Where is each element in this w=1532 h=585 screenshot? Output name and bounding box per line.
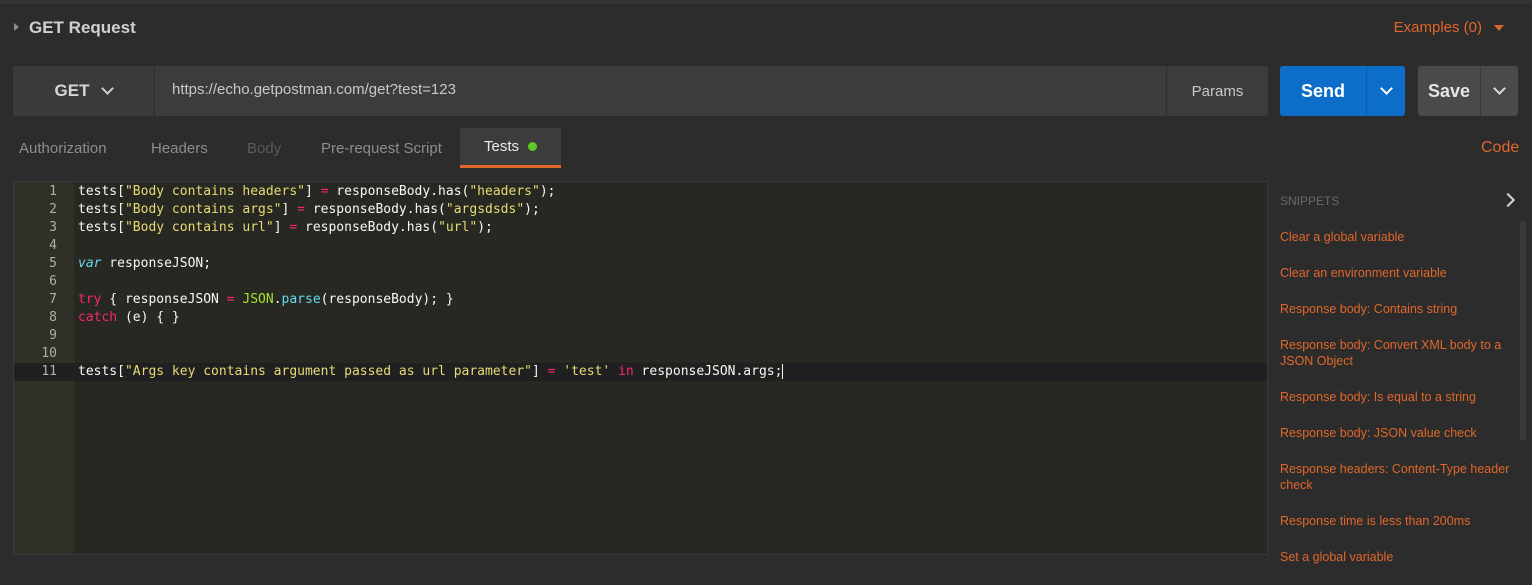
code-text: tests["Args key contains argument passed… [78,364,784,379]
snippets-scrollbar[interactable] [1520,221,1526,441]
code-text: tests["Body contains args"] = responseBo… [78,202,540,217]
tab-body[interactable]: Body [247,128,281,168]
snippet-item[interactable]: Response time is less than 200ms [1280,513,1520,529]
save-button-group: Save [1418,66,1518,116]
params-button[interactable]: Params [1166,66,1268,116]
code-text: tests["Body contains headers"] = respons… [78,184,556,199]
method-select[interactable]: GET [13,66,155,116]
send-dropdown-button[interactable] [1366,66,1405,116]
line-number: 10 [41,346,57,361]
chevron-down-icon [101,82,115,95]
chevron-down-icon [1379,82,1393,95]
line-number: 3 [49,220,57,235]
tab-tests[interactable]: Tests [460,128,561,168]
request-header: GET Request Examples (0) [0,8,1532,48]
send-button-group: Send [1280,66,1405,116]
url-input[interactable]: https://echo.getpostman.com/get?test=123 [172,81,456,98]
code-line: 7 try { responseJSON = JSON.parse(respon… [14,291,1267,309]
tab-tests-label: Tests [483,138,519,155]
snippet-item[interactable]: Clear an environment variable [1280,265,1520,281]
save-dropdown-button[interactable] [1480,66,1518,116]
url-bar: GET https://echo.getpostman.com/get?test… [13,66,1268,116]
chevron-right-icon[interactable] [1500,192,1516,208]
status-dot-icon [528,142,537,151]
line-number: 2 [49,202,57,217]
line-number: 11 [41,364,57,379]
request-title[interactable]: GET Request [29,18,136,38]
line-number: 5 [49,256,57,271]
code-line: 8 catch (e) { } [14,309,1267,327]
code-line-active: 11 tests["Args key contains argument pas… [14,363,1267,381]
examples-label: Examples (0) [1393,19,1482,36]
snippet-item[interactable]: Response body: JSON value check [1280,425,1520,441]
text-cursor [782,364,784,379]
line-number: 1 [49,184,57,199]
request-tabs: Authorization Headers Body Pre-request S… [0,128,1280,168]
chevron-down-icon [1493,82,1506,95]
code-text: catch (e) { } [78,310,180,325]
snippet-item[interactable]: Clear a global variable [1280,229,1520,245]
snippets-title: SNIPPETS [1280,194,1340,208]
save-button[interactable]: Save [1418,66,1480,116]
snippets-list: Clear a global variable Clear an environ… [1280,229,1520,585]
snippet-item[interactable]: Response body: Convert XML body to a JSO… [1280,337,1520,369]
expand-caret-icon[interactable] [14,23,19,31]
snippets-panel: SNIPPETS Clear a global variable Clear a… [1280,181,1532,569]
code-link[interactable]: Code [1481,139,1519,157]
line-number: 6 [49,274,57,289]
code-line: 1 tests["Body contains headers"] = respo… [14,183,1267,201]
code-editor[interactable]: 1 tests["Body contains headers"] = respo… [13,181,1268,555]
code-line: 2 tests["Body contains args"] = response… [14,201,1267,219]
code-line: 9 [14,327,1267,345]
send-button[interactable]: Send [1280,66,1366,116]
tab-headers[interactable]: Headers [151,128,208,168]
code-line: 4 [14,237,1267,255]
code-text: var responseJSON; [78,256,212,271]
line-number: 7 [49,292,57,307]
tab-authorization[interactable]: Authorization [19,128,107,168]
code-text: try { responseJSON = JSON.parse(response… [78,292,454,307]
chevron-down-icon [1494,24,1504,31]
top-strip [0,0,1532,4]
code-text: tests["Body contains url"] = responseBod… [78,220,493,235]
code-line: 10 [14,345,1267,363]
tab-pre-request-script[interactable]: Pre-request Script [321,128,442,168]
line-number: 4 [49,238,57,253]
code-line: 5 var responseJSON; [14,255,1267,273]
line-number: 9 [49,328,57,343]
examples-dropdown[interactable]: Examples (0) [1394,19,1504,36]
snippet-item[interactable]: Response body: Is equal to a string [1280,389,1520,405]
snippet-item[interactable]: Response headers: Content-Type header ch… [1280,461,1520,493]
code-line: 3 tests["Body contains url"] = responseB… [14,219,1267,237]
line-number: 8 [49,310,57,325]
code-line: 6 [14,273,1267,291]
snippet-item[interactable]: Response body: Contains string [1280,301,1520,317]
method-label: GET [54,81,90,100]
snippet-item[interactable]: Set a global variable [1280,549,1520,565]
